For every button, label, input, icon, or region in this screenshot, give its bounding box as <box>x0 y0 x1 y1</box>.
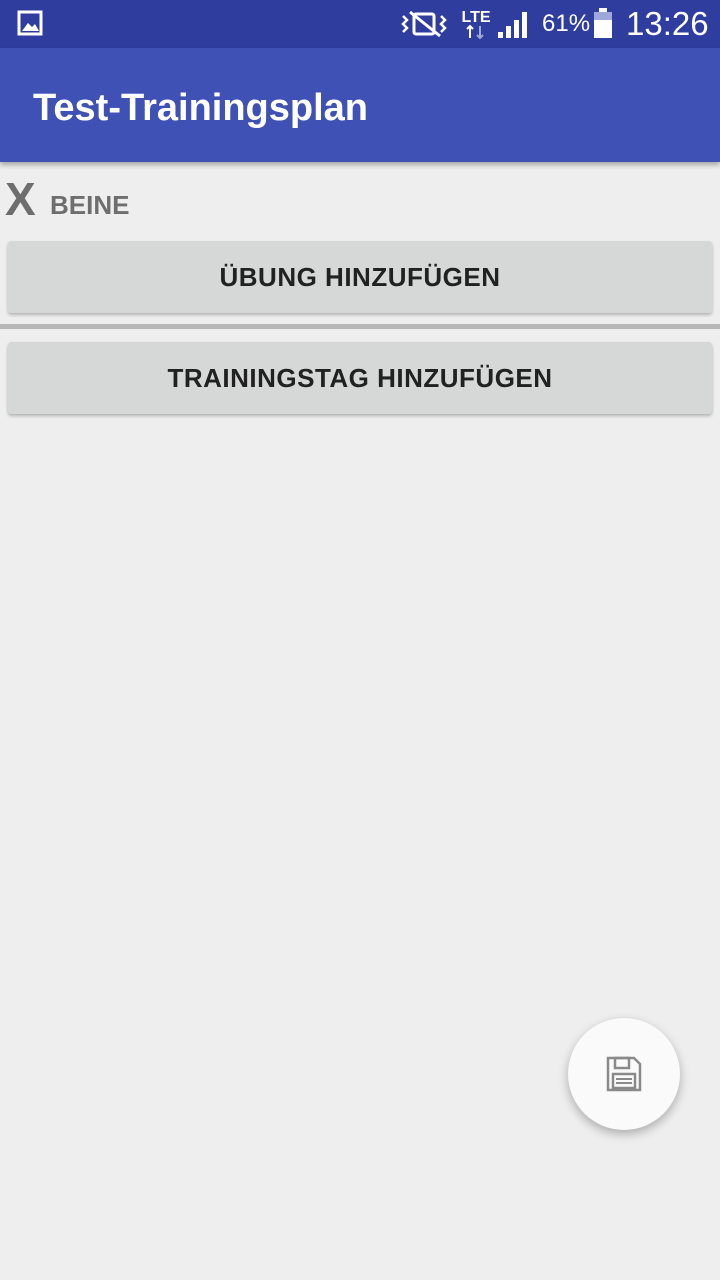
divider <box>0 324 720 329</box>
training-day-name: BEINE <box>50 190 130 220</box>
signal-icon <box>498 12 527 38</box>
save-icon <box>606 1056 642 1092</box>
add-training-day-button[interactable]: TRAININGSTAG HINZUFÜGEN <box>8 342 712 414</box>
remove-day-button[interactable]: X <box>5 174 36 224</box>
save-fab-button[interactable] <box>568 1018 680 1130</box>
svg-text:LTE: LTE <box>461 9 490 26</box>
vibrate-icon <box>401 10 447 38</box>
app-bar: Test-Trainingsplan <box>0 48 720 162</box>
training-day-header: X BEINE <box>0 172 720 228</box>
add-exercise-button[interactable]: ÜBUNG HINZUFÜGEN <box>8 241 712 313</box>
status-bar: LTE 61% 13:26 <box>0 0 720 48</box>
battery-percent: 61% <box>542 10 591 37</box>
page-title: Test-Trainingsplan <box>33 87 369 129</box>
gallery-icon <box>17 10 43 36</box>
battery-icon <box>594 8 612 38</box>
clock: 13:26 <box>626 5 709 42</box>
lte-icon: LTE <box>461 9 491 40</box>
